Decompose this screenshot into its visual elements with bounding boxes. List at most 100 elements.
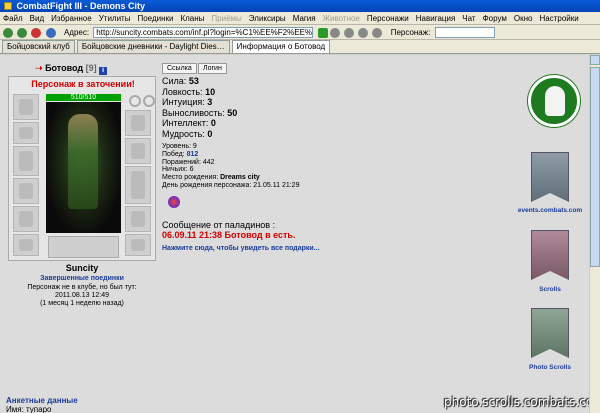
tool-icon-4[interactable] [372, 27, 383, 38]
gifts-link[interactable]: Нажмите сюда, чтобы увидеть все подарки.… [162, 245, 320, 252]
menu-item[interactable]: Чат [462, 14, 475, 23]
last-seen-date: 2011.08.13 12:49 [55, 292, 109, 299]
stat-value: 10 [205, 86, 216, 97]
info-row: День рождения персонажа: 21.05.11 21:29 [162, 182, 299, 190]
tab-bar: Бойцовский клуб Бойцовские дневники - Day… [0, 40, 600, 54]
menu-item[interactable]: Персонажи [367, 14, 409, 23]
scrolls-banner-icon[interactable] [531, 230, 569, 280]
not-in-club-text: Персонаж не в клубе, но был тут: [27, 284, 137, 291]
paladins-title: Сообщение от паладинов : [162, 220, 276, 230]
city-name: Suncity [65, 263, 99, 273]
address-toolbar: Адрес: http://suncity.combats.com/inf.pl… [0, 25, 600, 40]
stat-value: 0 [210, 118, 216, 129]
amulet-slot[interactable] [13, 234, 39, 256]
stat-row: Интеллект: 0 [162, 118, 237, 129]
address-label: Адрес: [63, 27, 90, 37]
info-value: 812 [186, 150, 199, 158]
ring-slot-1[interactable] [129, 95, 141, 107]
character-name[interactable]: Ботовод [45, 63, 83, 73]
ring-slot-2[interactable] [143, 95, 155, 107]
info-label: Побед: [162, 150, 185, 158]
info-label: Место рождения: [162, 174, 219, 182]
stop-icon[interactable] [31, 27, 42, 38]
stat-row: Сила: 53 [162, 76, 237, 87]
menu-item[interactable]: Настройки [539, 14, 578, 23]
photo-scrolls-label[interactable]: Photo Scrolls [510, 364, 590, 371]
menu-item[interactable]: Навигация [416, 14, 456, 23]
character-level: [9] [85, 63, 97, 73]
boots-slot[interactable] [125, 234, 151, 256]
info-row: Уровень: 9 [162, 143, 299, 151]
browser-tab[interactable]: Информация о Ботовод [231, 40, 331, 53]
menu-item[interactable]: Поединки [137, 14, 173, 23]
legs-slot[interactable] [125, 206, 151, 232]
profile-section-title[interactable]: Анкетные данные [6, 396, 78, 405]
info-label: Ничьих: [162, 166, 188, 174]
menu-item[interactable]: Вид [30, 14, 44, 23]
menu-item[interactable]: Избранное [51, 14, 92, 23]
stat-label: Сила: [162, 76, 187, 86]
person-label: Персонаж: [390, 27, 431, 37]
menu-item[interactable]: Приёмы [211, 14, 241, 23]
menu-item[interactable]: Окно [514, 14, 533, 23]
tool-icon-2[interactable] [344, 27, 354, 38]
events-label[interactable]: events.combats.com [510, 207, 590, 214]
window-titlebar: CombatFight III - Demons City [0, 0, 600, 12]
helmet-slot[interactable] [13, 94, 39, 120]
person-input[interactable] [434, 27, 495, 38]
logins-button[interactable]: Логин [198, 63, 227, 74]
menu-item[interactable]: Магия [293, 14, 316, 23]
info-label: Поражений: [162, 158, 201, 166]
go-icon[interactable] [317, 27, 328, 38]
bracer-slot[interactable] [13, 206, 39, 232]
character-portrait [46, 102, 121, 233]
menu-item[interactable]: Файл [3, 14, 23, 23]
stat-value: 3 [207, 97, 213, 108]
browser-tab[interactable]: Бойцовский клуб [2, 40, 75, 53]
stat-label: Ловкость: [162, 86, 203, 97]
events-banner-icon[interactable] [531, 152, 569, 202]
menu-item[interactable]: Форум [483, 14, 507, 23]
weapon-slot[interactable] [13, 122, 39, 144]
stat-row: Мудрость: 0 [162, 129, 237, 140]
shield-slot[interactable] [125, 138, 151, 164]
arrow-icon: ➝ [35, 63, 43, 73]
stat-value: 0 [207, 128, 213, 139]
tool-icon-1[interactable] [329, 27, 340, 38]
back-icon[interactable] [3, 27, 13, 38]
refresh-icon[interactable] [45, 27, 56, 38]
offhand-slot[interactable] [125, 166, 151, 204]
events-logo-icon[interactable] [528, 75, 580, 127]
tool-icon-3[interactable] [358, 27, 369, 38]
battles-link[interactable]: Завершенные поединки [8, 275, 156, 282]
info-value: 442 [202, 158, 215, 166]
scroll-up-icon[interactable] [590, 55, 600, 65]
browser-tab[interactable]: Бойцовские дневники - Daylight Dies… [76, 40, 230, 53]
vertical-scrollbar[interactable] [589, 55, 600, 413]
info-row: Место рождения: Dreams city [162, 174, 299, 182]
info-value: 9 [192, 143, 197, 150]
info-value: 6 [189, 166, 194, 174]
info-row: Побед: 812 [162, 151, 299, 159]
address-input[interactable]: http://suncity.combats.com/inf.pl?login=… [93, 27, 314, 38]
menu-item[interactable]: Утилиты [99, 14, 131, 23]
stat-label: Интуиция: [162, 97, 205, 108]
alignment-emblem-icon[interactable] [168, 196, 180, 208]
info-icon[interactable]: i [99, 67, 108, 75]
window-title: CombatFight III - Demons City [16, 1, 146, 11]
stat-row: Ловкость: 10 [162, 87, 237, 98]
scroll-thumb[interactable] [590, 67, 600, 267]
photo-banner-icon[interactable] [531, 308, 569, 358]
armor-slot[interactable] [13, 146, 39, 176]
link-button[interactable]: Ссылка [162, 63, 197, 74]
stat-label: Мудрость: [162, 128, 205, 139]
forward-icon[interactable] [17, 27, 28, 38]
stat-label: Выносливость: [162, 107, 225, 118]
stat-row: Интуиция: 3 [162, 97, 237, 108]
belt-slot[interactable] [13, 178, 39, 204]
gloves-slot[interactable] [125, 110, 151, 136]
menu-item[interactable]: Кланы [180, 14, 204, 23]
menu-item[interactable]: Животное [323, 14, 360, 23]
scrolls-label[interactable]: Scrolls [510, 286, 590, 293]
menu-item[interactable]: Эликсиры [249, 14, 286, 23]
